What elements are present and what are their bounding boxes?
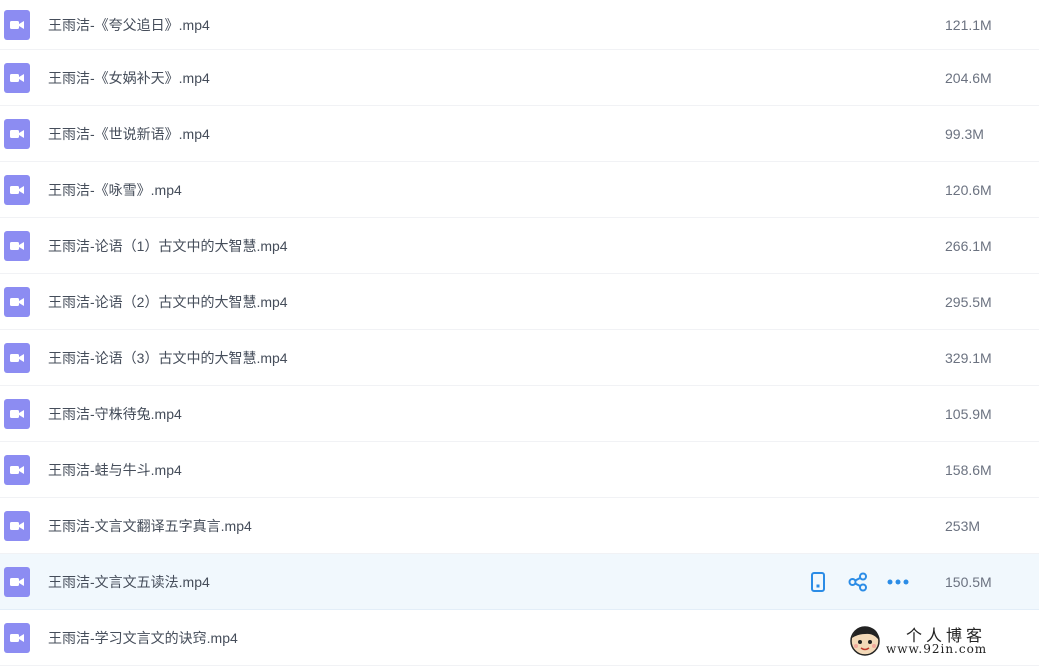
video-file-icon [4,230,30,261]
watermark-url: www.92in.com [886,642,988,656]
file-size: 120.6M [945,181,992,198]
video-file-icon [4,286,30,317]
file-name[interactable]: 王雨洁-守株待兔.mp4 [48,404,182,424]
list-item[interactable]: 王雨洁-文言文翻译五字真言.mp4 253M [0,498,1039,554]
blog-watermark: 个人博客 www.92in.com [848,620,1039,661]
list-item[interactable]: 王雨洁-《夸父追日》.mp4 121.1M [0,0,1039,50]
phone-icon[interactable] [806,570,830,594]
file-size: 295.5M [945,293,992,310]
file-name[interactable]: 王雨洁-《咏雪》.mp4 [48,180,182,200]
file-size: 99.3M [945,125,984,142]
list-item[interactable]: 王雨洁-论语（1）古文中的大智慧.mp4 266.1M [0,218,1039,274]
file-name[interactable]: 王雨洁-文言文翻译五字真言.mp4 [48,516,252,536]
file-name[interactable]: 王雨洁-学习文言文的诀窍.mp4 [48,628,238,648]
share-icon[interactable] [846,570,870,594]
file-list: 王雨洁-《夸父追日》.mp4 121.1M 王雨洁-《女娲补天》.mp4 204… [0,0,1039,666]
list-item[interactable]: 王雨洁-《咏雪》.mp4 120.6M [0,162,1039,218]
file-name[interactable]: 王雨洁-文言文五读法.mp4 [48,572,210,592]
list-item-hovered[interactable]: 王雨洁-文言文五读法.mp4 150.5M [0,554,1039,610]
video-file-icon [4,9,30,40]
list-item[interactable]: 王雨洁-《女娲补天》.mp4 204.6M [0,50,1039,106]
file-name[interactable]: 王雨洁-论语（2）古文中的大智慧.mp4 [48,292,288,312]
list-item[interactable]: 王雨洁-论语（2）古文中的大智慧.mp4 295.5M [0,274,1039,330]
video-file-icon [4,174,30,205]
row-actions [806,570,910,594]
video-file-icon [4,118,30,149]
file-size: 253M [945,517,981,534]
video-file-icon [4,454,30,485]
video-file-icon [4,342,30,373]
list-item[interactable]: 王雨洁-守株待兔.mp4 105.9M [0,386,1039,442]
file-size: 266.1M [945,237,992,254]
file-size: 105.9M [945,405,992,422]
watermark-logo-icon [848,624,882,663]
more-icon[interactable] [886,570,910,594]
file-size: 158.6M [945,461,992,478]
video-file-icon [4,622,30,653]
file-size: 121.1M [945,16,992,33]
video-file-icon [4,510,30,541]
file-name[interactable]: 王雨洁-论语（3）古文中的大智慧.mp4 [48,348,288,368]
file-name[interactable]: 王雨洁-《女娲补天》.mp4 [48,68,210,88]
list-item[interactable]: 王雨洁-论语（3）古文中的大智慧.mp4 329.1M [0,330,1039,386]
file-size: 204.6M [945,69,992,86]
list-item[interactable]: 王雨洁-蛙与牛斗.mp4 158.6M [0,442,1039,498]
file-size: 150.5M [945,573,992,590]
file-name[interactable]: 王雨洁-论语（1）古文中的大智慧.mp4 [48,236,288,256]
file-name[interactable]: 王雨洁-蛙与牛斗.mp4 [48,460,182,480]
video-file-icon [4,566,30,597]
list-item[interactable]: 王雨洁-《世说新语》.mp4 99.3M [0,106,1039,162]
video-file-icon [4,398,30,429]
video-file-icon [4,62,30,93]
file-size: 329.1M [945,349,992,366]
file-name[interactable]: 王雨洁-《世说新语》.mp4 [48,124,210,144]
file-name[interactable]: 王雨洁-《夸父追日》.mp4 [48,15,210,35]
